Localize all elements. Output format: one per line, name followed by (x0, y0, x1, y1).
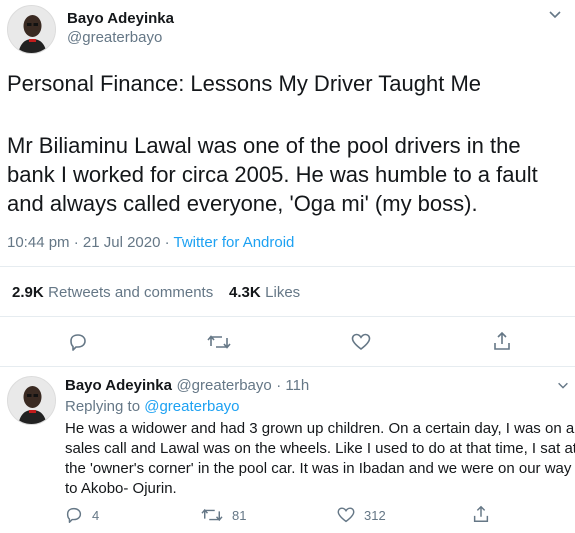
reply-icon[interactable] (67, 331, 89, 353)
reply-more-options-icon[interactable] (556, 378, 570, 395)
divider (0, 266, 575, 267)
reply-reply-button[interactable]: 4 (64, 505, 99, 525)
reply-header: Bayo Adeyinka @greaterbayo · 11h (65, 377, 309, 395)
reply-count: 4 (92, 507, 100, 523)
retweet-count: 81 (232, 507, 247, 523)
like-count: 312 (364, 507, 386, 523)
more-options-icon[interactable] (547, 6, 563, 25)
replying-to-handle[interactable]: @greaterbayo (144, 398, 239, 415)
divider (0, 316, 575, 317)
reply-author-name[interactable]: Bayo Adeyinka (65, 377, 172, 394)
avatar-illustration (8, 377, 55, 424)
likes-count: 4.3K (229, 284, 261, 301)
reply-time[interactable]: · 11h (276, 377, 309, 394)
divider (0, 366, 575, 367)
retweets-label: Retweets and comments (48, 284, 214, 301)
tweet-timestamp[interactable]: 10:44 pm · 21 Jul 2020 · (7, 234, 170, 251)
tweet-source-link[interactable]: Twitter for Android (174, 234, 295, 251)
tweet-meta: 10:44 pm · 21 Jul 2020 · Twitter for And… (7, 234, 294, 251)
likes-label: Likes (265, 284, 301, 301)
reply-author-avatar[interactable] (7, 376, 56, 425)
tweet-body-line: bank I worked for circa 2005. He was hum… (7, 162, 538, 187)
like-icon[interactable] (350, 331, 372, 353)
reply-body-line: the 'owner's corner' in the pool car. It… (65, 460, 572, 477)
retweet-icon[interactable] (206, 331, 232, 353)
tweet-body-line: and always called everyone, 'Oga mi' (my… (7, 191, 478, 216)
author-name[interactable]: Bayo Adeyinka (67, 10, 174, 27)
reply-like-button[interactable]: 312 (336, 505, 386, 525)
reply-author-handle[interactable]: @greaterbayo (176, 377, 271, 394)
retweets-count: 2.9K (12, 284, 44, 301)
reply-retweet-button[interactable]: 81 (200, 505, 246, 525)
reply-body-line: to Akobo- Ojurin. (65, 480, 177, 497)
tweet-title-line: Personal Finance: Lessons My Driver Taug… (7, 71, 482, 96)
author-avatar[interactable] (7, 5, 56, 54)
like-icon (337, 507, 355, 523)
tweet-body-line: Mr Biliaminu Lawal was one of the pool d… (7, 133, 521, 158)
retweets-stat[interactable]: 2.9K Retweets and comments (12, 284, 213, 302)
reply-icon (66, 507, 82, 523)
reply-share-icon[interactable] (471, 504, 491, 529)
author-handle[interactable]: @greaterbayo (67, 29, 162, 46)
likes-stat[interactable]: 4.3K Likes (229, 284, 300, 302)
reply-body-line: sales call and Lawal was on the wheels. … (65, 440, 575, 457)
share-icon[interactable] (491, 330, 513, 352)
retweet-icon (201, 508, 223, 522)
avatar-illustration (8, 6, 55, 53)
reply-body-line: He was a widower and had 3 grown up chil… (65, 420, 575, 437)
replying-to: Replying to @greaterbayo (65, 398, 240, 415)
replying-to-label: Replying to (65, 398, 141, 415)
